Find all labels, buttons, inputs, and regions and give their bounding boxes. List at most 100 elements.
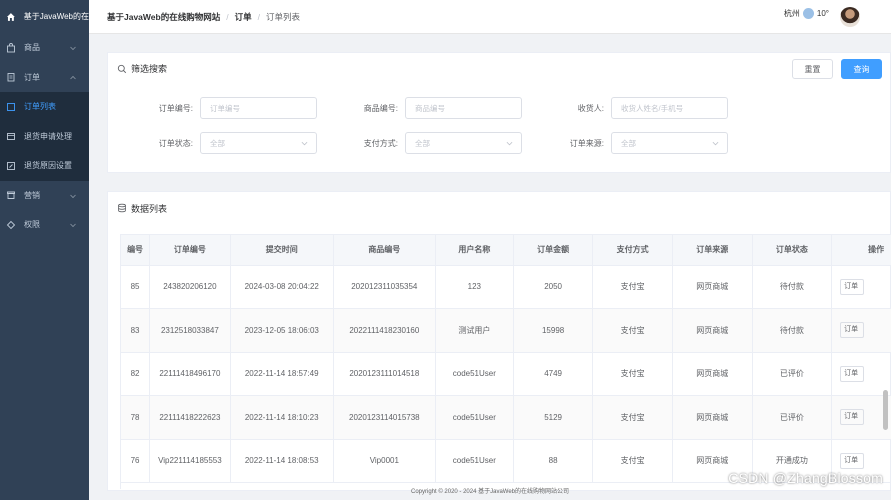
- receiver-label: 收货人:: [577, 103, 604, 113]
- cell-amount: 5129: [513, 395, 594, 440]
- cell-order-no: 22111418222623: [149, 395, 231, 440]
- cell-product-no: Vip0001: [333, 439, 436, 483]
- breadcrumb-root[interactable]: 基于JavaWeb的在线购物网站: [107, 11, 220, 23]
- search-icon: [117, 64, 127, 73]
- product-no-input[interactable]: [405, 97, 522, 119]
- cell-amount: 4749: [513, 352, 594, 396]
- table-row[interactable]: 85 243820206120 2024-03-08 20:04:22 2020…: [121, 265, 891, 309]
- cell-user-name: 测试用户: [435, 308, 514, 353]
- data-list-panel: 数据列表 编号 订单编号 提交时间 商品编号 用户名称 订单金额 支付方式 订单…: [107, 191, 891, 491]
- pay-label: 支付方式:: [363, 138, 398, 148]
- sidebar-item-label: 退货原因设置: [24, 161, 72, 171]
- cell-amount: 15998: [513, 308, 594, 353]
- sidebar-item-label: 商品: [24, 43, 40, 53]
- cell-order-no: Vip221114185553: [149, 439, 231, 483]
- vertical-scrollbar[interactable]: [883, 390, 888, 430]
- sidebar-item-return-reason[interactable]: 退货原因设置: [0, 151, 89, 181]
- table-row[interactable]: 78 22111418222623 2022-11-14 18:10:23 20…: [121, 395, 891, 440]
- cell-product-no: 2020123111014518: [333, 352, 436, 396]
- col-header-id: 编号: [121, 235, 151, 266]
- order-table-wrapper[interactable]: 编号 订单编号 提交时间 商品编号 用户名称 订单金额 支付方式 订单来源 订单…: [120, 234, 891, 489]
- chevron-up-icon: [70, 75, 76, 79]
- cell-status: 待付款: [752, 308, 833, 353]
- table-header-row: 编号 订单编号 提交时间 商品编号 用户名称 订单金额 支付方式 订单来源 订单…: [121, 235, 891, 266]
- cell-user-name: 123: [435, 265, 514, 309]
- weather-widget: 杭州 10°: [784, 8, 829, 19]
- orders-submenu: 订单列表 退货申请处理 退货原因设置: [0, 92, 89, 181]
- filter-header: 筛选搜索: [108, 53, 890, 84]
- bag-icon: [7, 42, 15, 53]
- filter-title: 筛选搜索: [131, 64, 168, 74]
- sidebar-item-marketing[interactable]: 营销: [0, 181, 89, 211]
- receiver-row: 收货人:: [551, 97, 728, 119]
- source-select-value: 全部: [621, 138, 636, 148]
- weather-temperature: 10°: [816, 9, 829, 18]
- view-order-button[interactable]: 订单: [840, 409, 865, 426]
- sidebar-logo-text: 基于JavaWeb的在: [23, 12, 89, 21]
- sidebar-item-label: 权限: [24, 220, 40, 230]
- cell-submit-time: 2024-03-08 20:04:22: [230, 265, 334, 309]
- order-table: 编号 订单编号 提交时间 商品编号 用户名称 订单金额 支付方式 订单来源 订单…: [121, 235, 891, 483]
- reset-button[interactable]: 重置: [792, 59, 833, 79]
- order-no-label: 订单编号:: [158, 103, 193, 113]
- source-select[interactable]: 全部: [611, 132, 728, 154]
- breadcrumb-orders[interactable]: 订单: [235, 11, 252, 23]
- status-select-value: 全部: [210, 138, 225, 148]
- database-icon: [118, 203, 126, 213]
- receiver-input[interactable]: [611, 97, 728, 119]
- chevron-down-icon: [70, 223, 76, 228]
- cell-source: 网页商城: [672, 395, 753, 440]
- marketing-icon: [7, 191, 15, 200]
- sidebar-item-label: 营销: [24, 190, 40, 200]
- pay-select[interactable]: 全部: [405, 132, 522, 154]
- weather-cloud-icon: [802, 8, 814, 19]
- breadcrumb-separator: /: [226, 11, 229, 22]
- permission-icon: [6, 220, 16, 229]
- sidebar-item-label: 退货申请处理: [24, 131, 72, 141]
- chevron-down-icon: [712, 141, 719, 146]
- cell-status: 待付款: [752, 265, 833, 309]
- col-header-source: 订单来源: [672, 235, 753, 266]
- user-avatar[interactable]: [840, 7, 860, 27]
- weather-city: 杭州: [783, 9, 800, 18]
- sidebar-logo[interactable]: 基于JavaWeb的在: [0, 0, 89, 33]
- cell-pay-method: 支付宝: [592, 265, 673, 309]
- query-button[interactable]: 查询: [841, 59, 882, 79]
- filter-panel: 筛选搜索 重置 查询 订单编号: 商品编号: 收货人: 订单状态: 全部 支付方…: [107, 52, 891, 173]
- cell-submit-time: 2022-11-14 18:57:49: [230, 352, 334, 396]
- table-row[interactable]: 82 22111418496170 2022-11-14 18:57:49 20…: [121, 352, 891, 396]
- sidebar-item-label: 订单列表: [24, 102, 56, 112]
- status-select[interactable]: 全部: [200, 132, 317, 154]
- sidebar-item-orders[interactable]: 订单: [0, 63, 89, 93]
- cell-user-name: code51User: [435, 395, 514, 440]
- source-row: 订单来源: 全部: [551, 132, 728, 154]
- sidebar-item-goods[interactable]: 商品: [0, 33, 89, 63]
- status-row: 订单状态: 全部: [140, 132, 317, 154]
- cell-status: 已评价: [752, 395, 833, 440]
- view-order-button[interactable]: 订单: [840, 278, 865, 295]
- col-header-pay-method: 支付方式: [592, 235, 673, 266]
- cell-pay-method: 支付宝: [592, 439, 673, 483]
- order-no-input[interactable]: [200, 97, 317, 119]
- cell-id: 76: [121, 439, 151, 483]
- cell-product-no: 2020123110353​54: [333, 265, 436, 309]
- cell-source: 网页商城: [672, 308, 753, 353]
- col-header-order-no: 订单编号: [149, 235, 231, 266]
- view-order-button[interactable]: 订单: [840, 322, 865, 339]
- col-header-user-name: 用户名称: [435, 235, 514, 266]
- sidebar-item-permission[interactable]: 权限: [0, 210, 89, 240]
- source-label: 订单来源:: [569, 138, 604, 148]
- cell-id: 82: [121, 352, 151, 396]
- receipt-icon: [7, 73, 15, 82]
- sidebar-item-label: 订单: [24, 72, 40, 82]
- view-order-button[interactable]: 订单: [840, 365, 865, 382]
- table-row[interactable]: 83 2312518033847 2023-12-05 18:06:03 202…: [121, 308, 891, 353]
- pay-select-value: 全部: [415, 138, 430, 148]
- cell-amount: 2050: [513, 265, 594, 309]
- cell-operation: 订单: [831, 352, 891, 396]
- cell-pay-method: 支付宝: [592, 352, 673, 396]
- sidebar-item-return-apply[interactable]: 退货申请处理: [0, 122, 89, 152]
- view-order-button[interactable]: 订单: [840, 452, 865, 469]
- sidebar-item-order-list[interactable]: 订单列表: [0, 92, 89, 122]
- edit-icon: [7, 161, 15, 170]
